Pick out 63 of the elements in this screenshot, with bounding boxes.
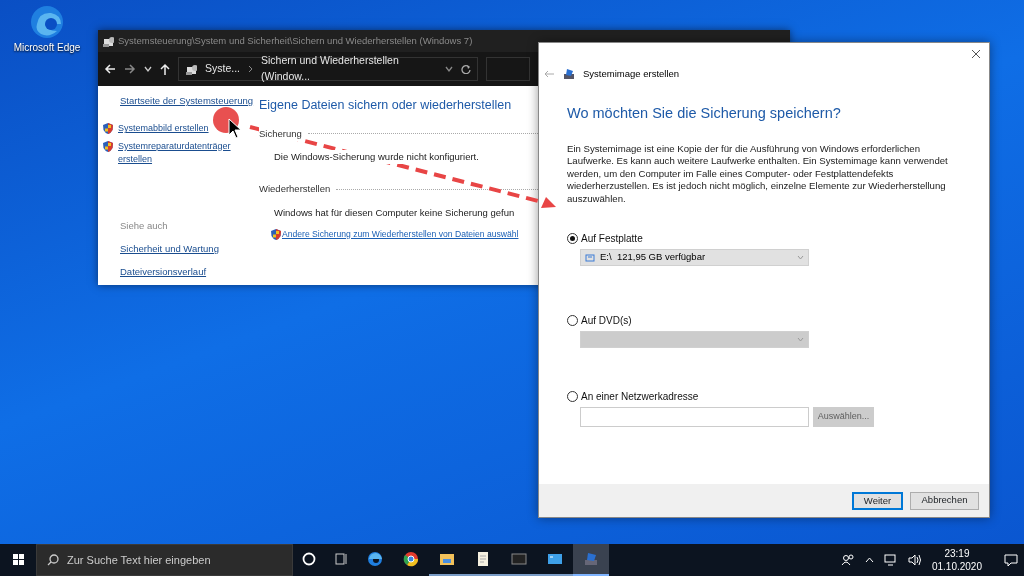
people-icon[interactable] [840,554,855,566]
forward-icon[interactable] [124,63,136,75]
search-icon [47,554,59,566]
chevron-up-icon[interactable] [864,557,874,563]
shield-icon [102,122,114,136]
next-button[interactable]: Weiter [852,491,903,510]
notification-icon[interactable] [1004,553,1018,567]
address-field[interactable] [580,407,809,428]
dropdown-icon[interactable] [144,65,152,73]
section-label: Siehe auch [120,218,169,233]
control-panel-icon [185,63,197,75]
icon-label[interactable]: Microsoft Edge [13,40,81,55]
shield-icon [270,227,282,241]
chevron-icon [248,65,253,73]
section-heading: Sicherung [259,126,302,141]
search-placeholder: Zur Suche Text hier eingeben [67,552,211,568]
home-link[interactable]: Startseite der Systemsteuerung [120,94,256,109]
shield-icon [102,139,114,153]
dropdown-icon[interactable] [445,65,453,73]
up-icon[interactable] [160,63,170,75]
page-heading: Eigene Dateien sichern oder wiederherstellen [259,97,513,114]
task-link[interactable]: Systemabbild erstellen [118,122,243,136]
breadcrumb-item[interactable]: Sichern und Wiederherstellen (Window... [261,53,429,85]
dialog-title: Systemimage erstellen [583,67,680,81]
windows-logo-icon [12,553,24,565]
status-text: Die Windows-Sicherung wurde nicht konfiguriert. [274,150,479,165]
monitor-icon [547,551,563,567]
task-link[interactable]: Systemreparaturdatenträger erstellen [118,139,243,167]
drive-dropdown[interactable]: E:\ 121,95 GB verfügbar [580,249,809,267]
document-icon [475,551,491,567]
control-panel-icon [102,35,114,47]
caret-icon [797,337,804,343]
dialog-heading: Wo möchten Sie die Sicherung speichern? [567,104,842,124]
cancel-button[interactable]: Abbrechen [910,491,979,510]
sidebar-link[interactable]: Dateiversionsverlauf [120,265,256,280]
option-label: Auf Festplatte [581,232,643,247]
backup-icon [563,68,575,81]
network-icon[interactable] [883,554,898,566]
close-icon[interactable] [971,49,981,59]
caret-icon [797,255,804,261]
breadcrumb-item[interactable]: Syste... [205,61,240,77]
window-title: Systemsteuerung\System und Sicherheit\Sichern und Wiederherstellen (Windows 7) [118,33,473,48]
sidebar-link[interactable]: Sicherheit und Wartung [120,242,256,257]
refresh-icon[interactable] [461,64,471,74]
volume-icon[interactable] [907,554,922,566]
back-icon[interactable] [104,63,116,75]
browser-icon[interactable] [29,4,65,40]
option-label: Auf DVD(s) [581,314,632,329]
browser-icon [403,551,419,567]
cursor-icon [228,118,242,139]
drive-icon [585,252,595,263]
clock[interactable]: 23:19 01.10.2020 [931,547,982,573]
description-text: Ein Systemimage ist eine Kopie der für die Ausführung von Windows erforderlichen Laufwerke. Es kann auch weitere Laufwerke enthalten. Ein Systemimage kann verwendet werden, um den Computer im Falle eines Computer- oder Festplattendefekts wiederherzustellen. Es ist jedoch nicht möglich, einzelne Elemente zur Wiederherstellung auszuwählen. [567,143,949,206]
task-view-icon [333,551,349,567]
terminal-icon [511,551,527,567]
browser-icon [367,551,383,567]
folder-icon [439,551,455,567]
search-field[interactable]: Zur Suche Text hier eingeben [36,544,293,576]
search-field[interactable] [486,57,530,81]
backup-icon [583,551,599,567]
circle-icon [301,551,317,567]
restore-link[interactable]: Andere Sicherung zum Wiederherstellen von Dateien auswähl [282,227,519,241]
option-label: An einer Netzwerkadresse [581,390,699,405]
